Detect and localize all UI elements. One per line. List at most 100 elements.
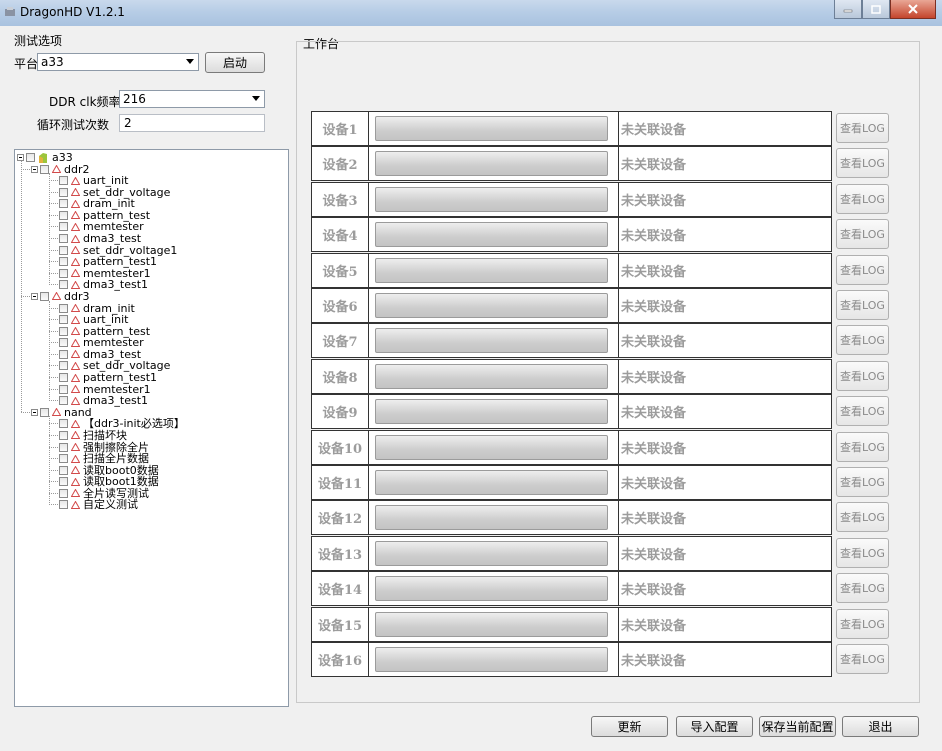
update-button[interactable]: 更新 [591, 716, 668, 737]
tree-checkbox[interactable] [40, 164, 49, 174]
tree-item[interactable]: memtester1 [59, 384, 151, 395]
tree-item[interactable]: 扫描坏块 [59, 430, 127, 441]
tree-checkbox[interactable] [59, 430, 68, 440]
tree-checkbox[interactable] [59, 315, 68, 325]
tree-checkbox[interactable] [59, 454, 68, 464]
tree-group-nand[interactable]: nand [31, 407, 92, 418]
tree-checkbox[interactable] [59, 442, 68, 452]
tree-item[interactable]: 自定义测试 [59, 499, 138, 510]
tree-item[interactable]: 【ddr3-init必选项】 [59, 418, 185, 429]
tree-item[interactable]: dma3_test [59, 233, 141, 244]
device-status: 未关联设备 [618, 254, 686, 287]
tree-checkbox[interactable] [59, 338, 68, 348]
view-log-button[interactable]: 查看LOG [836, 644, 889, 674]
test-tree[interactable]: a33 ddr2 uart_init set_ddr_voltage dram_init… [14, 149, 289, 707]
collapse-toggle[interactable] [17, 154, 24, 161]
tree-group-ddr3[interactable]: ddr3 [31, 291, 90, 302]
start-button[interactable]: 启动 [205, 52, 265, 73]
tree-item[interactable]: dma3_test1 [59, 395, 148, 406]
view-log-button[interactable]: 查看LOG [836, 361, 889, 391]
tree-item[interactable]: 强制擦除全片 [59, 442, 149, 453]
tree-checkbox[interactable] [59, 303, 68, 313]
view-log-button[interactable]: 查看LOG [836, 467, 889, 497]
tree-item[interactable]: uart_init [59, 314, 128, 325]
tree-item[interactable]: set_ddr_voltage1 [59, 245, 177, 256]
view-log-button[interactable]: 查看LOG [836, 148, 889, 178]
view-log-button[interactable]: 查看LOG [836, 432, 889, 462]
tree-checkbox[interactable] [26, 153, 35, 162]
tree-checkbox[interactable] [59, 349, 68, 359]
ddr-clk-select[interactable]: 216 [119, 90, 265, 108]
tree-item[interactable]: dma3_test [59, 349, 141, 360]
tree-checkbox[interactable] [59, 222, 68, 232]
view-log-button[interactable]: 查看LOG [836, 113, 889, 143]
save-config-button[interactable]: 保存当前配置 [759, 716, 836, 737]
tree-item[interactable]: memtester [59, 337, 144, 348]
tree-checkbox[interactable] [59, 176, 68, 186]
tree-item[interactable]: pattern_test [59, 210, 150, 221]
tree-item[interactable]: dram_init [59, 303, 135, 314]
tree-item[interactable]: pattern_test [59, 326, 150, 337]
tree-checkbox[interactable] [59, 326, 68, 336]
close-button[interactable] [890, 0, 936, 19]
device-row: 设备3 未关联设备 [311, 182, 832, 217]
tree-root[interactable]: a33 [17, 152, 73, 163]
tree-group-ddr2[interactable]: ddr2 [31, 164, 90, 175]
tree-checkbox[interactable] [59, 199, 68, 209]
tree-item[interactable]: 读取boot1数据 [59, 476, 159, 487]
tree-checkbox[interactable] [59, 373, 68, 383]
tree-item[interactable]: pattern_test1 [59, 256, 157, 267]
minimize-button[interactable] [834, 0, 862, 19]
tree-checkbox[interactable] [59, 187, 68, 197]
view-log-button[interactable]: 查看LOG [836, 255, 889, 285]
view-log-button[interactable]: 查看LOG [836, 396, 889, 426]
tree-checkbox[interactable] [40, 291, 49, 301]
view-log-button[interactable]: 查看LOG [836, 325, 889, 355]
tree-item-label: dma3_test1 [83, 278, 149, 292]
exit-button[interactable]: 退出 [842, 716, 919, 737]
collapse-toggle[interactable] [31, 408, 38, 416]
maximize-button[interactable] [862, 0, 890, 19]
view-log-button[interactable]: 查看LOG [836, 502, 889, 532]
tree-item[interactable]: memtester [59, 221, 144, 232]
tree-checkbox[interactable] [59, 384, 68, 394]
tree-item[interactable]: 扫描全片数据 [59, 453, 149, 464]
import-config-button[interactable]: 导入配置 [676, 716, 753, 737]
tree-connector [49, 388, 58, 390]
view-log-button[interactable]: 查看LOG [836, 219, 889, 249]
tree-checkbox[interactable] [59, 257, 68, 267]
tree-item[interactable]: set_ddr_voltage [59, 360, 170, 371]
tree-checkbox[interactable] [59, 477, 68, 487]
view-log-button[interactable]: 查看LOG [836, 290, 889, 320]
tree-item[interactable]: set_ddr_voltage [59, 187, 170, 198]
tree-checkbox[interactable] [59, 396, 68, 406]
tree-checkbox[interactable] [59, 419, 68, 429]
tree-checkbox[interactable] [40, 407, 49, 417]
platform-select[interactable]: a33 [37, 53, 199, 71]
tree-item[interactable]: pattern_test1 [59, 372, 157, 383]
tree-checkbox[interactable] [59, 280, 68, 290]
tree-checkbox[interactable] [59, 465, 68, 475]
view-log-button[interactable]: 查看LOG [836, 609, 889, 639]
tree-item-label: set_ddr_voltage [83, 185, 171, 199]
view-log-button[interactable]: 查看LOG [836, 184, 889, 214]
view-log-button[interactable]: 查看LOG [836, 538, 889, 568]
tree-checkbox[interactable] [59, 488, 68, 498]
view-log-button[interactable]: 查看LOG [836, 573, 889, 603]
tree-checkbox[interactable] [59, 245, 68, 255]
tree-item[interactable]: 读取boot0数据 [59, 465, 159, 476]
tree-item[interactable]: uart_init [59, 175, 128, 186]
collapse-toggle[interactable] [31, 165, 38, 173]
device-progress-bar [375, 576, 608, 601]
tree-item[interactable]: dma3_test1 [59, 279, 148, 290]
tree-item[interactable]: dram_init [59, 198, 135, 209]
tree-checkbox[interactable] [59, 361, 68, 371]
tree-checkbox[interactable] [59, 500, 68, 510]
tree-checkbox[interactable] [59, 210, 68, 220]
tree-checkbox[interactable] [59, 268, 68, 278]
tree-checkbox[interactable] [59, 234, 68, 244]
tree-item[interactable]: memtester1 [59, 268, 151, 279]
loop-count-input[interactable]: 2 [119, 114, 265, 132]
test-item-icon [52, 165, 61, 174]
collapse-toggle[interactable] [31, 292, 38, 300]
